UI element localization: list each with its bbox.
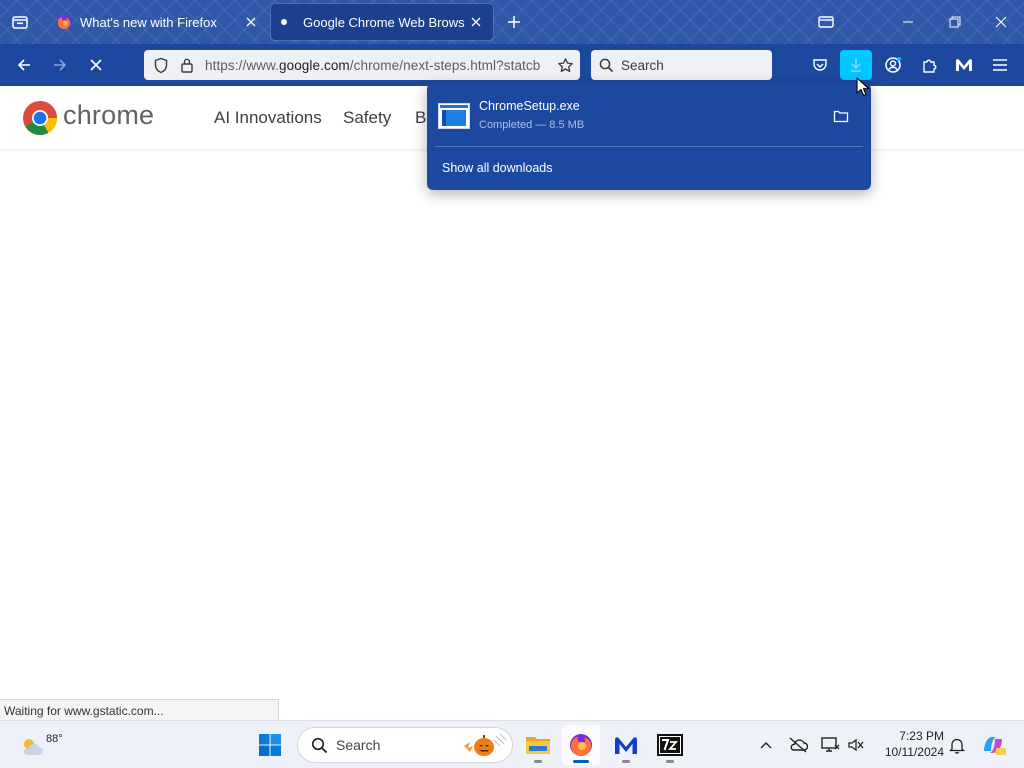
restore-window-icon[interactable]	[943, 11, 967, 33]
loading-indicator-icon	[281, 19, 287, 25]
mouse-cursor-icon	[856, 77, 870, 97]
malwarebytes-taskbar-button[interactable]	[608, 725, 644, 765]
pocket-button[interactable]	[804, 50, 836, 80]
running-indicator	[666, 760, 674, 763]
status-bubble: Waiting for www.gstatic.com...	[0, 699, 279, 721]
firefox-logo-icon	[56, 14, 72, 30]
7zip-taskbar-button[interactable]	[652, 725, 688, 765]
firefox-view-icon[interactable]	[8, 10, 32, 34]
clock-time: 7:23 PM	[899, 729, 944, 743]
running-indicator	[534, 760, 542, 763]
halloween-pumpkin-icon	[464, 733, 507, 756]
account-button[interactable]	[877, 50, 909, 80]
downloads-panel: ChromeSetup.exe Completed — 8.5 MB Show …	[427, 83, 871, 190]
tab-title: Google Chrome Web Browser	[303, 14, 465, 30]
network-display-icon[interactable]	[818, 725, 842, 765]
download-file-name: ChromeSetup.exe	[479, 99, 580, 113]
notification-bell-icon[interactable]	[946, 725, 968, 765]
firefox-taskbar-button[interactable]	[562, 725, 600, 765]
close-window-icon[interactable]	[989, 11, 1013, 33]
open-folder-icon[interactable]	[830, 105, 852, 127]
onedrive-offline-icon[interactable]	[786, 725, 810, 765]
search-placeholder: Search	[621, 57, 664, 73]
address-bar[interactable]: https://www.google.com/chrome/next-steps…	[144, 50, 580, 80]
show-hidden-icons-chevron-icon[interactable]	[756, 725, 776, 765]
weather-widget[interactable]: 88°	[14, 725, 74, 765]
weather-temperature: 88°	[46, 733, 63, 745]
chrome-logo-icon[interactable]	[22, 100, 58, 136]
show-all-downloads-link[interactable]: Show all downloads	[442, 161, 553, 175]
nav-ai-innovations[interactable]: AI Innovations	[214, 108, 322, 128]
firefox-logo-icon	[570, 734, 592, 756]
windows-logo-icon	[259, 734, 281, 756]
folder-icon	[526, 737, 550, 754]
stop-loading-button[interactable]	[81, 50, 111, 80]
tab-google-chrome[interactable]: Google Chrome Web Browser	[271, 4, 493, 40]
malwarebytes-logo-icon	[615, 737, 637, 754]
downloads-button[interactable]	[840, 50, 872, 80]
copilot-icon[interactable]	[978, 725, 1008, 765]
list-all-tabs-icon[interactable]	[815, 11, 837, 33]
extensions-puzzle-icon[interactable]	[913, 50, 945, 80]
navigation-toolbar: https://www.google.com/chrome/next-steps…	[0, 44, 1024, 86]
forward-button[interactable]	[45, 50, 75, 80]
file-explorer-taskbar-button[interactable]	[522, 725, 554, 765]
tab-title: What's new with Firefox	[80, 14, 217, 30]
download-item[interactable]: ChromeSetup.exe Completed — 8.5 MB	[427, 83, 871, 146]
search-icon	[302, 737, 336, 754]
system-clock[interactable]: 7:23 PM 10/11/2024	[872, 728, 944, 760]
panel-divider	[435, 146, 863, 147]
search-bar[interactable]: Search	[591, 50, 772, 80]
back-button[interactable]	[9, 50, 39, 80]
close-tab-icon[interactable]	[465, 11, 487, 33]
minimize-window-icon[interactable]	[896, 11, 920, 33]
url-text[interactable]: https://www.google.com/chrome/next-steps…	[205, 58, 550, 73]
taskbar-search-label: Search	[336, 737, 381, 753]
windows-taskbar: 88° Search 7:23 PM 10/11/2024	[0, 720, 1024, 768]
executable-file-icon	[438, 103, 470, 129]
taskbar-search[interactable]: Search	[297, 727, 513, 763]
active-indicator	[573, 760, 589, 763]
new-tab-icon[interactable]	[503, 11, 525, 33]
tab-whats-new[interactable]: What's new with Firefox	[46, 4, 268, 40]
url-path: /chrome/next-steps.html?statcb	[349, 57, 541, 73]
tab-strip: What's new with Firefox Google Chrome We…	[0, 0, 1024, 44]
close-tab-icon[interactable]	[240, 11, 262, 33]
search-icon	[591, 58, 621, 73]
running-indicator	[622, 760, 630, 763]
url-host: google.com	[278, 57, 350, 73]
url-prefix: https://www.	[205, 57, 279, 73]
download-status: Completed — 8.5 MB	[479, 119, 585, 131]
clock-date: 10/11/2024	[884, 745, 944, 759]
malwarebytes-extension-icon[interactable]	[948, 50, 980, 80]
menu-hamburger-icon[interactable]	[984, 50, 1016, 80]
tracking-protection-shield-icon[interactable]	[147, 57, 175, 74]
padlock-icon[interactable]	[175, 57, 199, 73]
7zip-logo-icon	[657, 734, 683, 756]
nav-truncated-item[interactable]: B	[415, 108, 426, 128]
partly-cloudy-icon	[23, 739, 43, 755]
volume-muted-icon[interactable]	[844, 725, 868, 765]
chrome-brand-text[interactable]: chrome	[63, 100, 154, 131]
nav-safety[interactable]: Safety	[343, 108, 391, 128]
bookmark-star-icon[interactable]	[550, 57, 580, 74]
start-button[interactable]	[255, 725, 285, 765]
